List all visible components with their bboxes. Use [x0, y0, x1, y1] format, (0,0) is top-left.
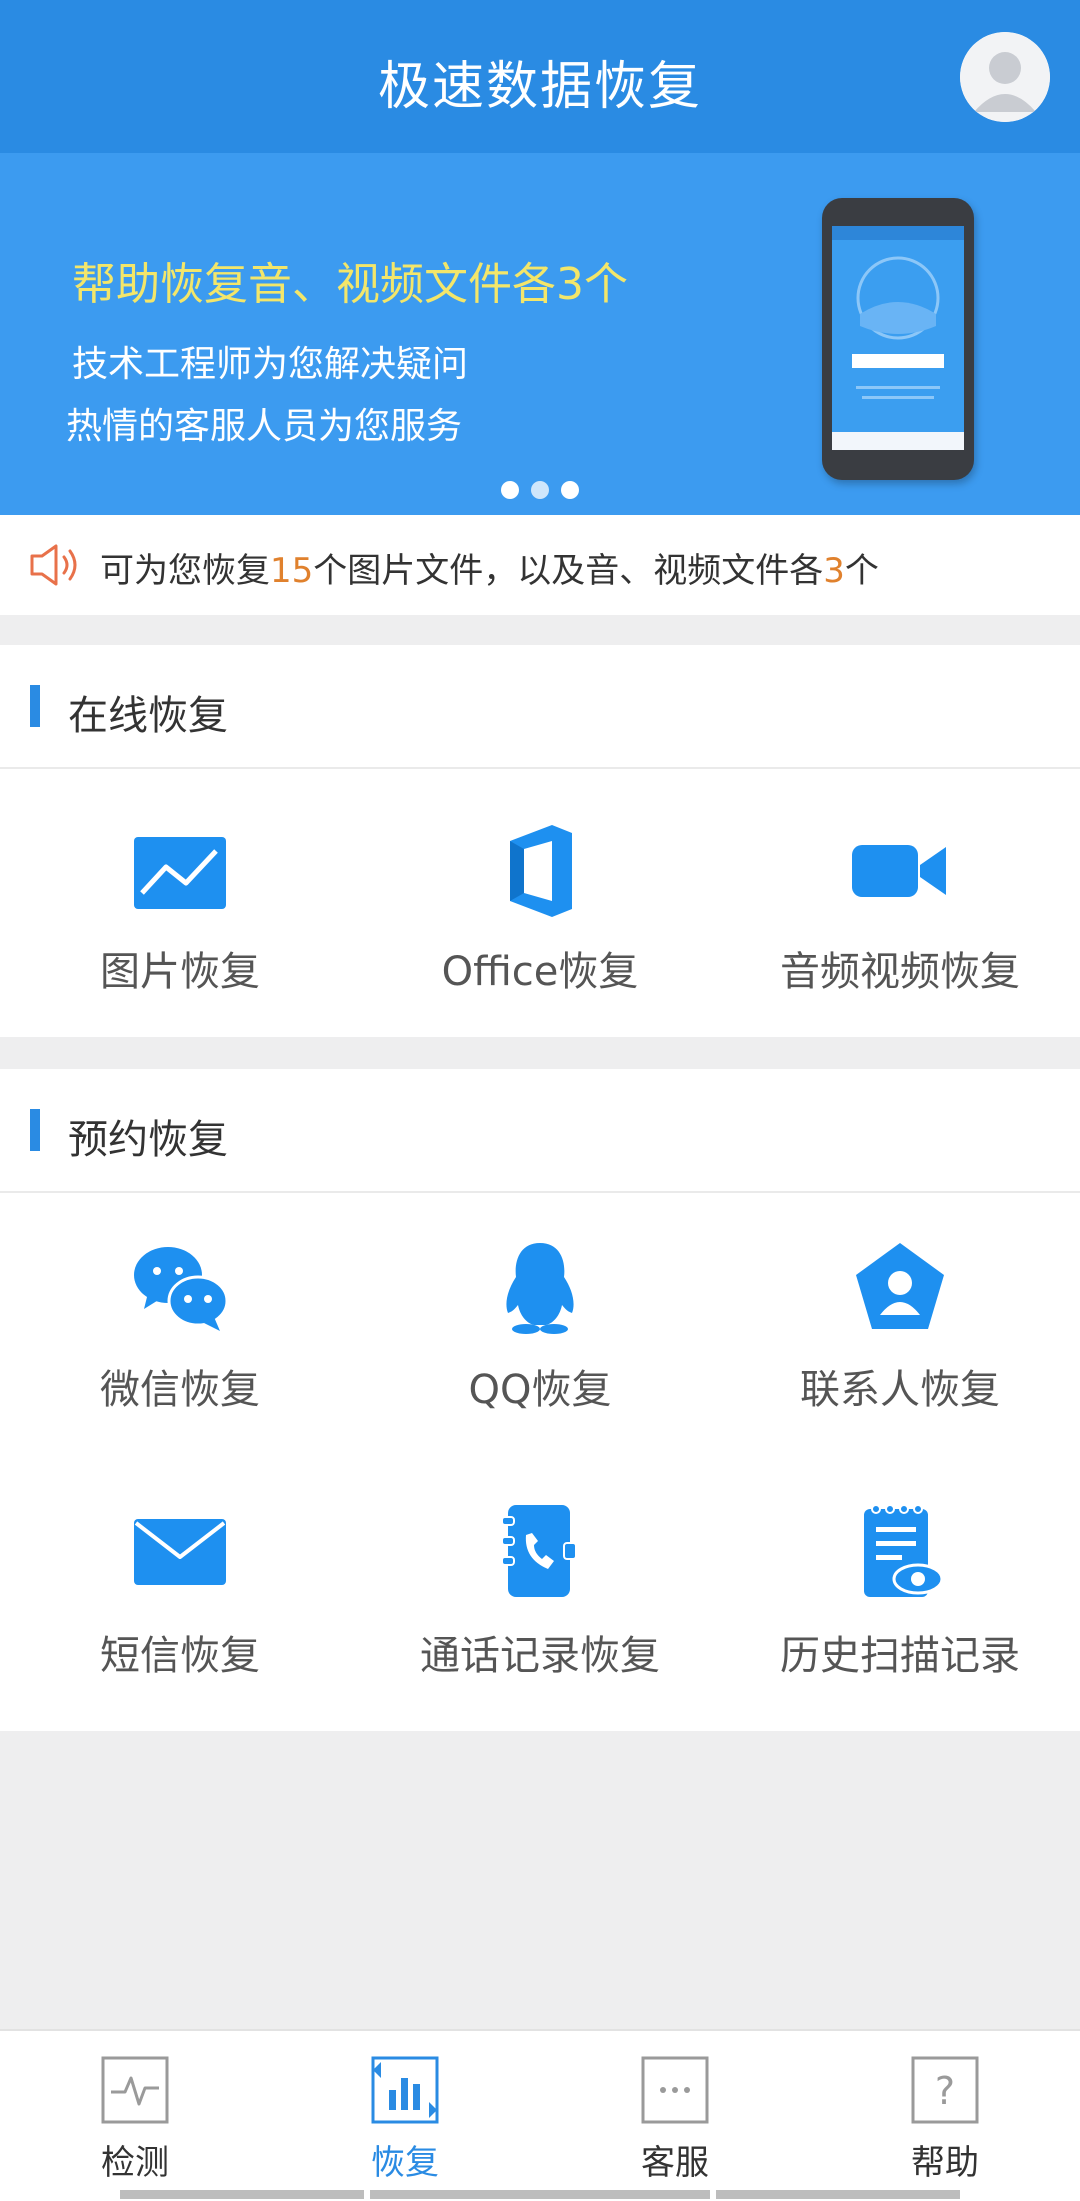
banner-pager[interactable]: [0, 481, 1080, 503]
section-title: 预约恢复: [68, 1117, 228, 1163]
online-recovery-section: 在线恢复 图片恢复 Office恢复 音频视频恢复: [0, 645, 1080, 1037]
wechat-icon: [130, 1237, 230, 1337]
pager-dot[interactable]: [501, 481, 519, 499]
item-label: 历史扫描记录: [780, 1633, 1020, 1679]
notice-image-count: 15: [270, 551, 314, 591]
section-header: 在线恢复: [0, 645, 1080, 769]
item-label: QQ恢复: [468, 1367, 612, 1413]
section-title: 在线恢复: [68, 693, 228, 739]
qq-recovery-item[interactable]: QQ恢复: [360, 1193, 720, 1463]
app-header: 极速数据恢复: [0, 0, 1080, 153]
item-label: 音频视频恢复: [780, 949, 1020, 995]
video-camera-icon: [850, 821, 950, 921]
notice-text: 可为您恢复15个图片文件，以及音、视频文件各3个: [100, 551, 879, 591]
booking-recovery-section: 预约恢复 微信恢复 QQ恢复 联系人恢复 短信恢复 通话记录恢复 历史扫描记录: [0, 1069, 1080, 1731]
tab-label: 检测: [101, 2143, 169, 2183]
item-label: 短信恢复: [100, 1633, 260, 1679]
phone-illustration: [822, 198, 974, 480]
wechat-recovery-item[interactable]: 微信恢复: [0, 1193, 360, 1463]
image-icon: [130, 821, 230, 921]
call-log-recovery-item[interactable]: 通话记录恢复: [360, 1463, 720, 1733]
speaker-icon: [28, 542, 84, 592]
promo-banner[interactable]: 帮助恢复音、视频文件各3个 技术工程师为您解决疑问 热情的客服人员为您服务: [0, 153, 1080, 515]
bar-chart-icon: [371, 2056, 439, 2124]
bottom-tab-bar: 检测 恢复 客服 ? 帮助: [0, 2029, 1080, 2201]
system-nav-strip: [120, 2190, 364, 2199]
office-recovery-item[interactable]: Office恢复: [360, 769, 720, 1039]
pager-dot-active[interactable]: [531, 481, 549, 499]
system-nav-strip: [716, 2190, 960, 2199]
tab-service[interactable]: 客服: [540, 2031, 810, 2201]
tab-detect[interactable]: 检测: [0, 2031, 270, 2201]
contact-icon: [850, 1237, 950, 1337]
banner-line-3: 热情的客服人员为您服务: [66, 406, 463, 447]
tab-label: 帮助: [911, 2143, 979, 2183]
question-icon: ?: [911, 2056, 979, 2124]
system-nav-strip: [370, 2190, 710, 2199]
banner-line-2: 技术工程师为您解决疑问: [72, 344, 469, 385]
item-label: Office恢复: [441, 949, 639, 995]
item-label: 微信恢复: [100, 1367, 260, 1413]
image-recovery-item[interactable]: 图片恢复: [0, 769, 360, 1039]
banner-headline: 帮助恢复音、视频文件各3个: [72, 259, 628, 310]
envelope-icon: [130, 1501, 230, 1601]
section-accent-bar: [30, 685, 40, 727]
tab-label: 恢复: [371, 2143, 439, 2183]
av-recovery-item[interactable]: 音频视频恢复: [720, 769, 1080, 1039]
svg-text:?: ?: [935, 2069, 955, 2113]
pulse-icon: [101, 2056, 169, 2124]
item-label: 通话记录恢复: [420, 1633, 660, 1679]
tab-help[interactable]: ? 帮助: [810, 2031, 1080, 2201]
qq-penguin-icon: [490, 1237, 590, 1337]
scan-history-item[interactable]: 历史扫描记录: [720, 1463, 1080, 1733]
call-log-icon: [490, 1501, 590, 1601]
notice-bar: 可为您恢复15个图片文件，以及音、视频文件各3个: [0, 515, 1080, 615]
notice-media-count: 3: [823, 551, 845, 591]
scan-history-icon: [850, 1501, 950, 1601]
section-header: 预约恢复: [0, 1069, 1080, 1193]
contact-recovery-item[interactable]: 联系人恢复: [720, 1193, 1080, 1463]
tab-label: 客服: [641, 2143, 709, 2183]
office-icon: [490, 821, 590, 921]
pager-dot[interactable]: [561, 481, 579, 499]
section-accent-bar: [30, 1109, 40, 1151]
app-title: 极速数据恢复: [377, 57, 702, 117]
tab-recover[interactable]: 恢复: [270, 2031, 540, 2201]
item-label: 联系人恢复: [800, 1367, 1000, 1413]
chat-dots-icon: [641, 2056, 709, 2124]
user-avatar-icon[interactable]: [960, 32, 1050, 122]
sms-recovery-item[interactable]: 短信恢复: [0, 1463, 360, 1733]
item-label: 图片恢复: [100, 949, 260, 995]
